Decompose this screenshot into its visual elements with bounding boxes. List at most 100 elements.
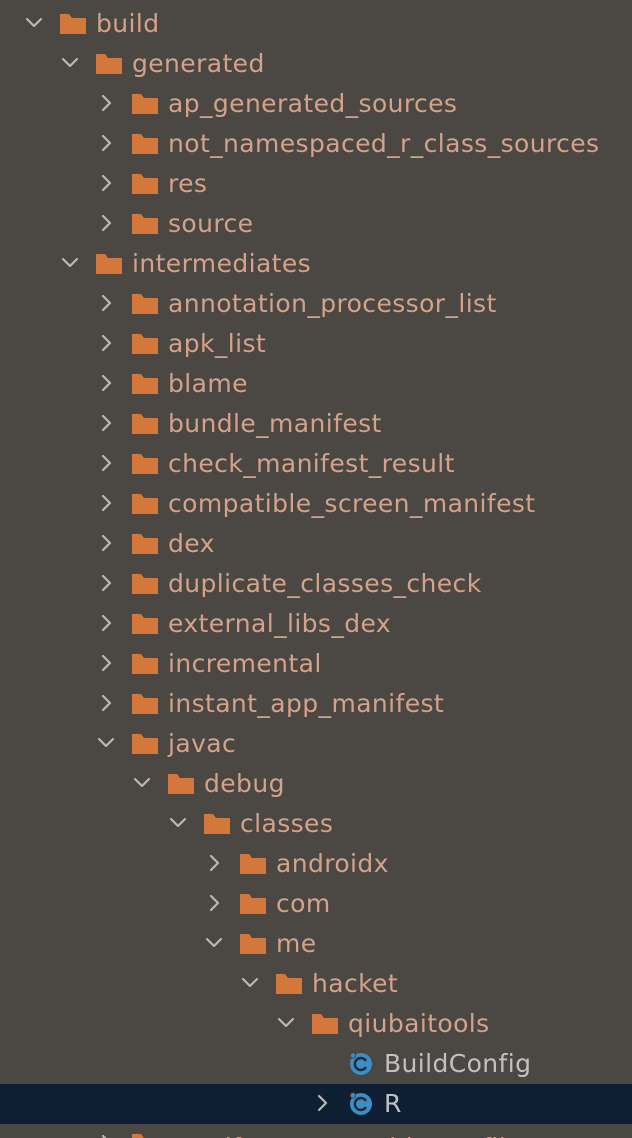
chevron-down-icon[interactable] <box>202 931 226 955</box>
folder-icon <box>130 452 160 476</box>
chevron-right-icon[interactable] <box>94 1131 118 1138</box>
tree-item-label: BuildConfig <box>384 1049 532 1078</box>
chevron-right-icon[interactable] <box>94 571 118 595</box>
folder-icon <box>238 892 268 916</box>
chevron-right-icon[interactable] <box>94 531 118 555</box>
chevron-right-icon[interactable] <box>94 211 118 235</box>
tree-row-ap-generated-sources[interactable]: ap_generated_sources <box>0 84 632 124</box>
tree-item-label: dex <box>168 529 215 558</box>
chevron-right-icon[interactable] <box>94 691 118 715</box>
tree-item-label: external_libs_dex <box>168 609 392 638</box>
chevron-right-icon[interactable] <box>94 411 118 435</box>
tree-item-label: intermediates <box>132 249 312 278</box>
tree-item-label: blame <box>168 369 248 398</box>
tree-row-com[interactable]: com <box>0 884 632 924</box>
tree-row-debug[interactable]: debug <box>0 764 632 804</box>
tree-row-external-libs-dex[interactable]: external_libs_dex <box>0 604 632 644</box>
tree-row-incremental[interactable]: incremental <box>0 644 632 684</box>
tree-row-compatible-screen-manifest[interactable]: compatible_screen_manifest <box>0 484 632 524</box>
chevron-down-icon[interactable] <box>130 771 154 795</box>
tree-row-build[interactable]: build <box>0 4 632 44</box>
chevron-down-icon[interactable] <box>22 11 46 35</box>
folder-icon <box>130 732 160 756</box>
folder-icon <box>202 812 232 836</box>
tree-row-buildconfig[interactable]: BuildConfig <box>0 1044 632 1084</box>
folder-icon <box>130 612 160 636</box>
tree-row-intermediates[interactable]: intermediates <box>0 244 632 284</box>
tree-item-label: duplicate_classes_check <box>168 569 482 598</box>
folder-icon <box>58 12 88 36</box>
tree-row-not-namespaced-r-class-sources[interactable]: not_namespaced_r_class_sources <box>0 124 632 164</box>
tree-row-generated[interactable]: generated <box>0 44 632 84</box>
tree-item-label: R <box>384 1089 402 1118</box>
tree-row-me[interactable]: me <box>0 924 632 964</box>
tree-item-label: res <box>168 169 208 198</box>
tree-row-javac[interactable]: javac <box>0 724 632 764</box>
tree-row-hacket[interactable]: hacket <box>0 964 632 1004</box>
folder-icon <box>94 252 124 276</box>
tree-row-manifest-merge-blame-file[interactable]: manifest_merge_blame_file <box>0 1124 632 1138</box>
chevron-down-icon[interactable] <box>58 51 82 75</box>
tree-item-label: generated <box>132 49 265 78</box>
folder-icon <box>130 172 160 196</box>
tree-item-label: instant_app_manifest <box>168 689 445 718</box>
chevron-right-icon[interactable] <box>94 651 118 675</box>
folder-icon <box>130 492 160 516</box>
folder-icon <box>274 972 304 996</box>
folder-icon <box>130 132 160 156</box>
tree-row-instant-app-manifest[interactable]: instant_app_manifest <box>0 684 632 724</box>
folder-icon <box>130 1132 160 1138</box>
tree-row-bundle-manifest[interactable]: bundle_manifest <box>0 404 632 444</box>
folder-icon <box>130 372 160 396</box>
tree-item-label: bundle_manifest <box>168 409 382 438</box>
chevron-right-icon[interactable] <box>94 131 118 155</box>
folder-icon <box>238 852 268 876</box>
chevron-down-icon[interactable] <box>166 811 190 835</box>
chevron-right-icon[interactable] <box>94 491 118 515</box>
folder-icon <box>166 772 196 796</box>
tree-row-blame[interactable]: blame <box>0 364 632 404</box>
tree-item-label: hacket <box>312 969 399 998</box>
chevron-right-icon[interactable] <box>94 451 118 475</box>
chevron-right-icon[interactable] <box>94 611 118 635</box>
chevron-right-icon[interactable] <box>94 91 118 115</box>
java-class-icon <box>346 1052 376 1076</box>
tree-row-apk-list[interactable]: apk_list <box>0 324 632 364</box>
tree-row-check-manifest-result[interactable]: check_manifest_result <box>0 444 632 484</box>
tree-row-r[interactable]: R <box>0 1084 632 1124</box>
tree-item-label: source <box>168 209 254 238</box>
tree-item-label: qiubaitools <box>348 1009 490 1038</box>
folder-icon <box>94 52 124 76</box>
tree-row-dex[interactable]: dex <box>0 524 632 564</box>
tree-row-annotation-processor-list[interactable]: annotation_processor_list <box>0 284 632 324</box>
project-tree: build generated ap_generated_sources not_na… <box>0 0 632 1138</box>
chevron-down-icon[interactable] <box>94 731 118 755</box>
tree-row-androidx[interactable]: androidx <box>0 844 632 884</box>
tree-item-label: javac <box>168 729 237 758</box>
chevron-right-icon[interactable] <box>94 171 118 195</box>
chevron-down-icon[interactable] <box>58 251 82 275</box>
chevron-right-icon[interactable] <box>310 1091 334 1115</box>
chevron-right-icon[interactable] <box>94 291 118 315</box>
tree-row-classes[interactable]: classes <box>0 804 632 844</box>
tree-row-duplicate-classes-check[interactable]: duplicate_classes_check <box>0 564 632 604</box>
chevron-right-icon[interactable] <box>202 891 226 915</box>
tree-item-label: check_manifest_result <box>168 449 455 478</box>
folder-icon <box>310 1012 340 1036</box>
folder-icon <box>130 332 160 356</box>
tree-row-qiubaitools[interactable]: qiubaitools <box>0 1004 632 1044</box>
tree-item-label: classes <box>240 809 334 838</box>
chevron-right-icon[interactable] <box>94 331 118 355</box>
folder-icon <box>130 412 160 436</box>
folder-icon <box>130 572 160 596</box>
tree-row-source[interactable]: source <box>0 204 632 244</box>
chevron-down-icon[interactable] <box>274 1011 298 1035</box>
chevron-right-icon[interactable] <box>202 851 226 875</box>
tree-row-res[interactable]: res <box>0 164 632 204</box>
tree-item-label: build <box>96 9 160 38</box>
tree-item-label: com <box>276 889 331 918</box>
folder-icon <box>130 92 160 116</box>
chevron-down-icon[interactable] <box>238 971 262 995</box>
folder-icon <box>238 932 268 956</box>
chevron-right-icon[interactable] <box>94 371 118 395</box>
